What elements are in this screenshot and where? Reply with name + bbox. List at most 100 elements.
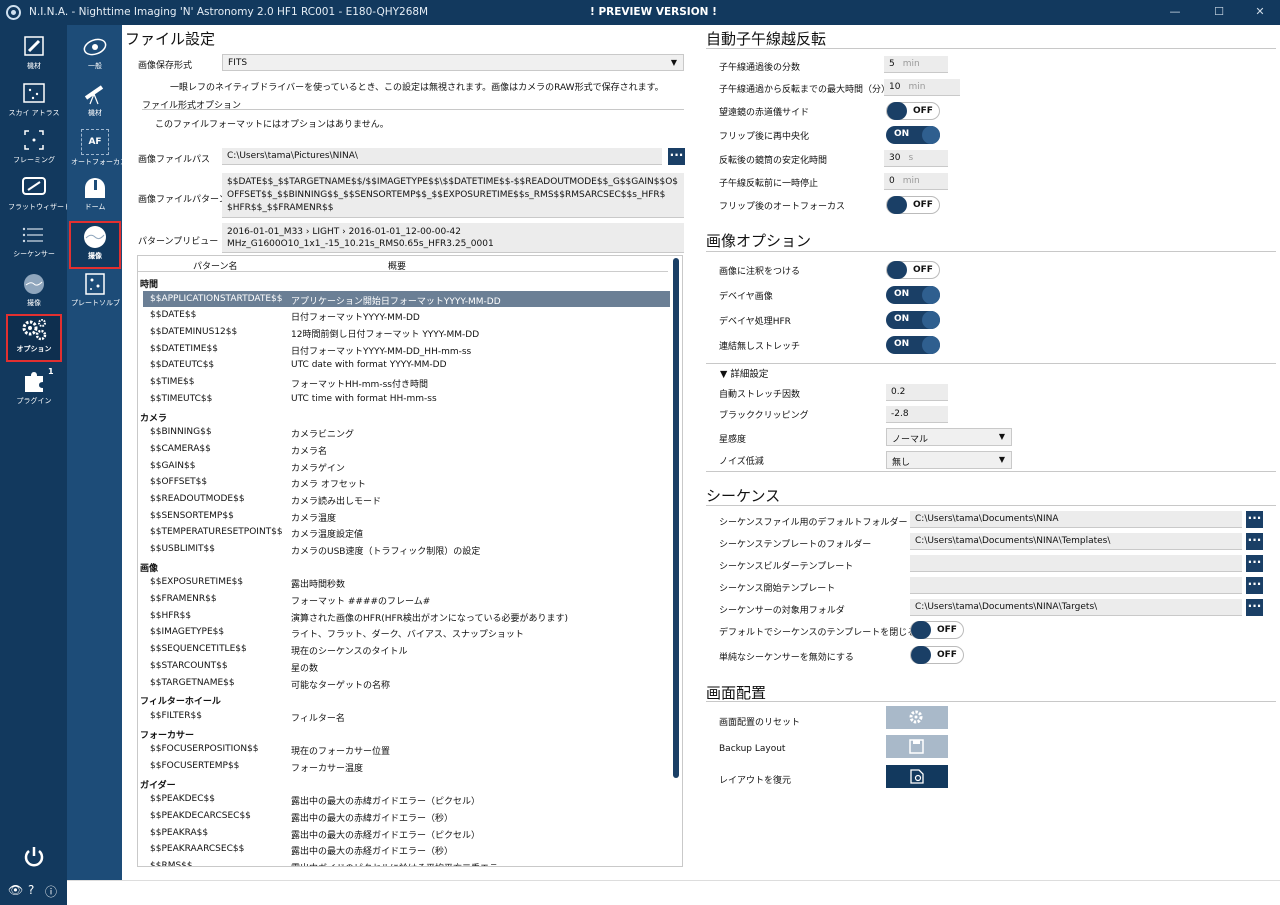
tab-equipment[interactable]: 機材 [71,80,119,124]
help-icon[interactable]: ? [28,883,34,897]
sidebar-item-equipment[interactable]: 機材 [8,33,60,77]
browse-template-folder-button[interactable]: ... [1246,531,1263,550]
pause-field[interactable]: 0 min [884,173,948,190]
table-row[interactable]: $$DATETIME$$ 日付フォーマットYYYY-MM-DD_HH-mm-ss [138,341,670,358]
divider [706,251,1276,252]
tab-general[interactable]: 一般 [71,33,119,77]
tab-autofocus[interactable]: AF オートフォーカス [71,127,127,171]
minimize-button[interactable]: — [1165,4,1185,20]
debayer-toggle[interactable]: ON [886,286,940,304]
minutes-after-field[interactable]: 5 min [884,56,948,73]
sidebar-item-sequencer[interactable]: シーケンサー [8,221,60,265]
table-row[interactable]: $$TIME$$ フォーマットHH-mm-ss付き時間 [138,374,670,391]
default-folder-field[interactable]: C:\Users\tama\Documents\NINA [910,511,1242,528]
table-category-row[interactable]: ガイダー [138,775,670,792]
table-row[interactable]: $$PEAKRAARCSEC$$ 露出中の最大の赤経ガイドエラー（秒） [138,841,670,858]
table-row[interactable]: $$HFR$$ 演算された画像のHFR(HFR検出がオンになっている必要があります… [138,608,670,625]
layout-title: 画面配置 [706,684,767,702]
table-row[interactable]: $$TARGETNAME$$ 可能なターゲットの名称 [138,675,670,692]
annotate-toggle[interactable]: OFF [886,261,940,279]
table-row[interactable]: $$SENSORTEMP$$ カメラ温度 [138,508,670,525]
template-folder-field[interactable]: C:\Users\tama\Documents\NINA\Templates\ [910,533,1242,550]
pattern-table[interactable]: パターン名 概要 時間 $$APPLICATIONSTARTDATE$$ アプリケー… [137,255,683,867]
table-row[interactable]: $$FOCUSERTEMP$$ フォーカサー温度 [138,758,670,775]
table-row[interactable]: $$FILTER$$ フィルター名 [138,708,670,725]
eye-icon[interactable]: 👁 [8,883,23,897]
table-category-row[interactable]: カメラ [138,408,670,425]
advanced-settings-expander[interactable]: ▼ 詳細設定 [720,366,768,380]
table-row[interactable]: $$USBLIMIT$$ カメラのUSB速度（トラフィック制限）の設定 [138,541,670,558]
table-row[interactable]: $$PEAKDECARCSEC$$ 露出中の最大の赤緯ガイドエラー（秒） [138,808,670,825]
table-row[interactable]: $$DATEUTC$$ UTC date with format YYYY-MM-… [138,357,670,374]
table-category-row[interactable]: フィルターホイール [138,691,670,708]
browse-default-folder-button[interactable]: ... [1246,509,1263,528]
table-row[interactable]: $$TIMEUTC$$ UTC time with format HH-mm-ss [138,391,670,408]
restore-layout-button[interactable] [886,765,948,788]
window-title: N.I.N.A. - Nighttime Imaging 'N' Astrono… [29,6,429,18]
table-row[interactable]: $$READOUTMODE$$ カメラ読み出しモード [138,491,670,508]
browse-target-folder-button[interactable]: ... [1246,597,1263,616]
black-clipping-field[interactable]: -2.8 [886,406,948,423]
sidebar-item-options[interactable]: オプション [6,314,62,362]
sidebar-item-framing[interactable]: フレーミング [8,127,60,171]
sidebar-item-sky-atlas[interactable]: スカイ アトラス [8,80,60,124]
browse-path-button[interactable]: ... [668,146,685,165]
sidebar-item-flat-wizard[interactable]: フラットウィザード [8,174,71,218]
table-category-row[interactable]: 画像 [138,558,670,575]
autofocus-after-flip-label: フリップ後のオートフォーカス [719,202,846,212]
settle-field[interactable]: 30 s [884,150,948,167]
table-row[interactable]: $$CAMERA$$ カメラ名 [138,441,670,458]
tab-plate-solve[interactable]: プレートソルブ [71,270,120,314]
debayer-hfr-toggle[interactable]: ON [886,311,940,329]
power-icon[interactable] [22,845,46,869]
max-minutes-field[interactable]: 10 min [884,79,960,96]
table-row[interactable]: $$STARCOUNT$$ 星の数 [138,658,670,675]
format-select[interactable]: FITS ▼ [222,54,684,71]
builder-template-field[interactable] [910,555,1242,572]
category-label: フォーカサー [140,730,195,741]
disable-simple-sequencer-toggle[interactable]: OFF [910,646,964,664]
start-template-field[interactable] [910,577,1242,594]
table-row[interactable]: $$FRAMENR$$ フォーマット ####のフレーム# [138,591,670,608]
noise-reduction-select[interactable]: 無し ▼ [886,451,1012,469]
autofocus-after-flip-toggle[interactable]: OFF [886,196,940,214]
info-icon[interactable]: ⓘ [45,883,57,900]
star-sensitivity-select[interactable]: ノーマル ▼ [886,428,1012,446]
unlinked-stretch-toggle[interactable]: ON [886,336,940,354]
table-row[interactable]: $$EXPOSURETIME$$ 露出時間秒数 [138,574,670,591]
table-row[interactable]: $$FOCUSERPOSITION$$ 現在のフォーカサー位置 [138,741,670,758]
table-row[interactable]: $$TEMPERATURESETPOINT$$ カメラ温度設定値 [138,524,670,541]
tab-dome[interactable]: ドーム [71,174,119,218]
table-row[interactable]: $$DATE$$ 日付フォーマットYYYY-MM-DD [138,307,670,324]
sidebar-item-imaging[interactable]: 撮像 [8,270,60,314]
pattern-key: $$RMS$$ [150,861,193,867]
table-row[interactable]: $$IMAGETYPE$$ ライト、フラット、ダーク、バイアス、スナップショット [138,624,670,641]
table-category-row[interactable]: 時間 [138,274,670,291]
maximize-button[interactable]: ☐ [1209,4,1229,20]
image-path-field[interactable]: C:\Users\tama\Pictures\NINA\ [222,148,662,165]
pattern-description: 露出中ガイドのピクセルに於ける平均平方二乗エラー [291,861,507,866]
target-folder-field[interactable]: C:\Users\tama\Documents\NINA\Targets\ [910,599,1242,616]
table-category-row[interactable]: フォーカサー [138,725,670,742]
table-row[interactable]: $$OFFSET$$ カメラ オフセット [138,474,670,491]
pier-side-toggle[interactable]: OFF [886,102,940,120]
table-row[interactable]: $$PEAKRA$$ 露出中の最大の赤経ガイドエラー（ピクセル） [138,825,670,842]
browse-builder-template-button[interactable]: ... [1246,553,1263,572]
backup-layout-button[interactable] [886,735,948,758]
tab-imaging[interactable]: 撮像 [69,221,121,269]
table-row[interactable]: $$APPLICATIONSTARTDATE$$ アプリケーション開始日フォーマッ… [143,290,670,308]
reset-layout-button[interactable] [886,706,948,729]
table-row[interactable]: $$GAIN$$ カメラゲイン [138,458,670,475]
recenter-toggle[interactable]: ON [886,126,940,144]
table-row[interactable]: $$RMS$$ 露出中ガイドのピクセルに於ける平均平方二乗エラー [138,858,670,867]
table-row[interactable]: $$SEQUENCETITLE$$ 現在のシーケンスのタイトル [138,641,670,658]
browse-start-template-button[interactable]: ... [1246,575,1263,594]
table-row[interactable]: $$PEAKDEC$$ 露出中の最大の赤緯ガイドエラー（ピクセル） [138,791,670,808]
pattern-field[interactable]: $$DATE$$_$$TARGETNAME$$/$$IMAGETYPE$$\$$… [222,173,684,218]
stretch-factor-field[interactable]: 0.2 [886,384,948,401]
close-button[interactable]: ✕ [1250,4,1270,20]
collapse-templates-toggle[interactable]: OFF [910,621,964,639]
table-scrollbar[interactable] [673,258,679,778]
table-row[interactable]: $$DATEMINUS12$$ 12時間前倒し日付フォーマット YYYY-MM-D… [138,324,670,341]
table-row[interactable]: $$BINNING$$ カメラビニング [138,424,670,441]
